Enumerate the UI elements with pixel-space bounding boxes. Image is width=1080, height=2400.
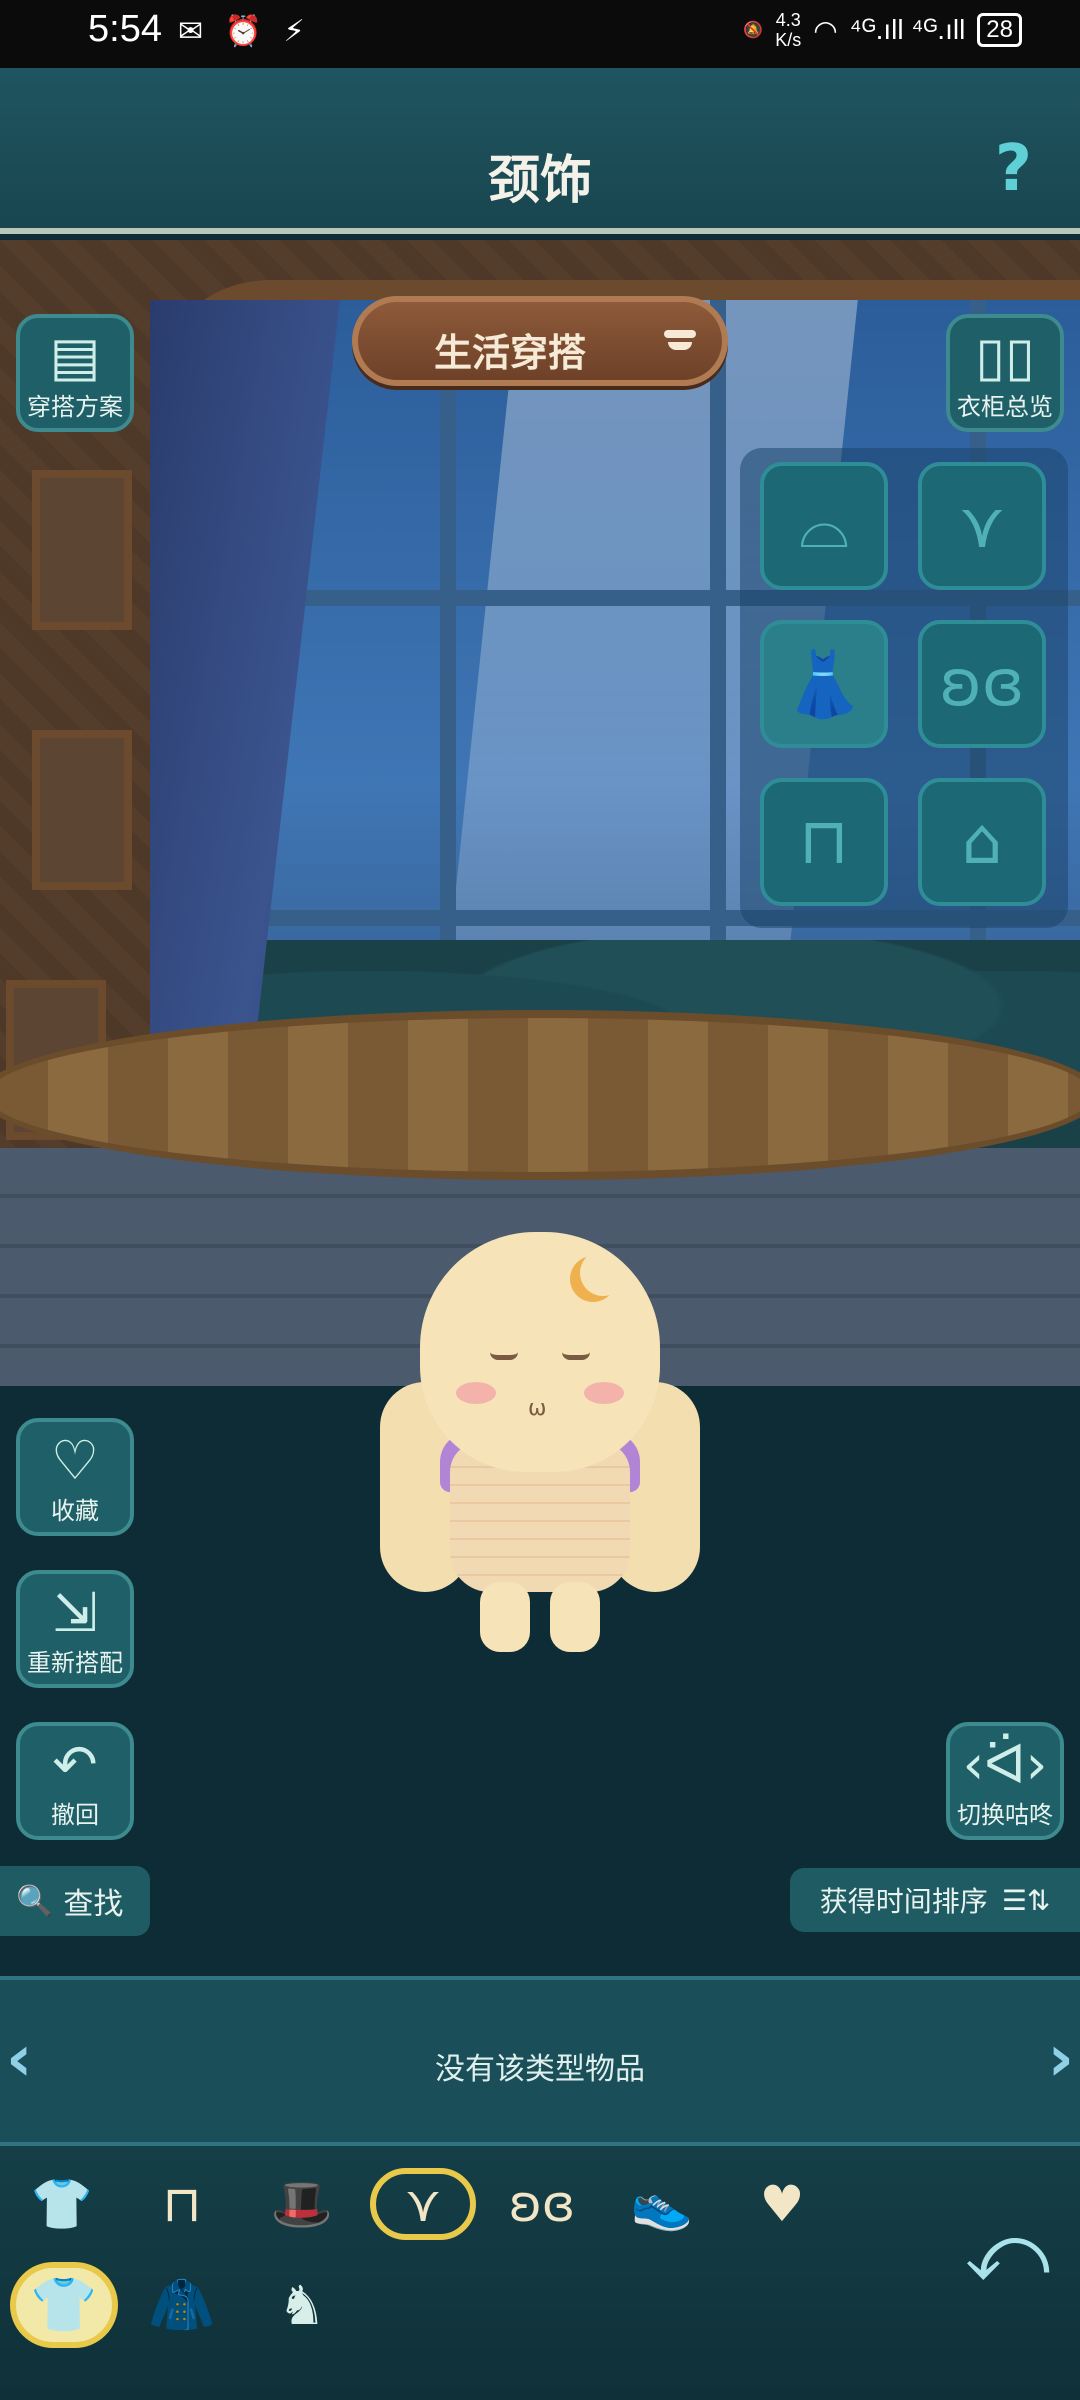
- category-bar: 👕 ⊓ 🎩 ⋎ ʚɞ 👟 ♥ 👕 🧥 ♞ ⤺: [0, 2146, 1080, 2400]
- back-button[interactable]: ⤺: [964, 2206, 1050, 2300]
- heart-icon: ♥: [759, 2175, 805, 2233]
- category-hat[interactable]: 🎩: [254, 2168, 350, 2240]
- page-title: 颈饰: [487, 151, 592, 211]
- blush: [456, 1382, 496, 1404]
- signal-icon: ⁴ᴳ.ıll ⁴ᴳ.ıll: [849, 14, 966, 45]
- slot-pants[interactable]: ⊓: [760, 778, 888, 906]
- leg: [550, 1582, 600, 1652]
- leg: [480, 1582, 530, 1652]
- subtab-suit[interactable]: 🧥: [132, 2262, 232, 2348]
- switch-character-label: 切换咕咚: [957, 1801, 1053, 1829]
- hat-icon: 🎩: [270, 2174, 334, 2233]
- wings-icon: ʚɞ: [939, 647, 1025, 721]
- pants-icon: ⊓: [162, 2175, 202, 2233]
- mute-icon: 🔕: [743, 22, 764, 39]
- header: 颈饰 ?: [0, 68, 1080, 234]
- picture-frame: [32, 470, 132, 630]
- bunny-head: ω: [420, 1232, 660, 1472]
- mouth: ω: [528, 1396, 547, 1421]
- search-button[interactable]: 🔍 查找: [0, 1866, 150, 1936]
- shoes-icon: 👟: [630, 2174, 694, 2233]
- eye: [562, 1352, 590, 1360]
- category-favorite[interactable]: ♥: [734, 2168, 830, 2240]
- rug: [0, 1010, 1080, 1180]
- notification-icons: ✉ ⏰ ⚡: [178, 14, 311, 49]
- net-speed-value: 4.3: [775, 10, 801, 30]
- category-wings[interactable]: ʚɞ: [494, 2168, 590, 2240]
- undo-button[interactable]: ↶ 撤回: [16, 1722, 134, 1840]
- switch-character-button[interactable]: ‹ᐛ› 切换咕咚: [946, 1722, 1064, 1840]
- wardrobe-overview-button[interactable]: ▯▯ 衣柜总览: [946, 314, 1064, 432]
- pants-icon: ⊓: [799, 805, 849, 879]
- category-top[interactable]: 👕: [14, 2168, 110, 2240]
- favorite-label: 收藏: [51, 1497, 99, 1525]
- dress-icon: 👗: [784, 647, 864, 722]
- slot-shoes[interactable]: ⌂: [918, 778, 1046, 906]
- sort-label: 获得时间排序: [819, 1885, 988, 1918]
- wardrobe-icon: ▯▯: [975, 325, 1035, 388]
- status-bar: 5:54 ✉ ⏰ ⚡ 🔕 4.3 K/s ◠ ⁴ᴳ.ıll ⁴ᴳ.ıll 28: [0, 0, 1080, 68]
- empty-message: 没有该类型物品: [435, 2052, 645, 2087]
- slot-top[interactable]: 👗: [760, 620, 888, 748]
- items-list: ‹ 没有该类型物品 ›: [0, 1976, 1080, 2146]
- tray-arrow-icon: ⇲: [52, 1581, 98, 1644]
- undo-label: 撤回: [51, 1801, 99, 1829]
- picture-frame: [32, 730, 132, 890]
- search-icon: 🔍: [16, 1883, 54, 1919]
- wings-icon: ʚɞ: [508, 2175, 576, 2233]
- back-arrow-icon: ⤺: [964, 2206, 1050, 2299]
- rematch-label: 重新搭配: [27, 1649, 123, 1677]
- search-label: 查找: [63, 1887, 124, 1922]
- undo-arrow-icon: ↶: [52, 1733, 98, 1796]
- menu-icon: [664, 330, 696, 356]
- status-right: 🔕 4.3 K/s ◠ ⁴ᴳ.ıll ⁴ᴳ.ıll 28: [743, 10, 1022, 50]
- net-speed: 4.3 K/s: [775, 10, 801, 50]
- rematch-button[interactable]: ⇲ 重新搭配: [16, 1570, 134, 1688]
- wifi-icon: ◠: [813, 14, 838, 46]
- equipped-slots-panel: ⌓ ⋎ 👗 ʚɞ ⊓ ⌂: [740, 448, 1068, 928]
- status-time: 5:54: [88, 8, 162, 50]
- category-shoes[interactable]: 👟: [614, 2168, 710, 2240]
- slot-necklace[interactable]: ⋎: [918, 462, 1046, 590]
- battery-indicator: 28: [977, 13, 1022, 47]
- character-face-icon: ‹ᐛ›: [962, 1733, 1048, 1796]
- slot-wings[interactable]: ʚɞ: [918, 620, 1046, 748]
- necklace-icon: ⋎: [958, 489, 1006, 563]
- notebook-icon: ▤: [49, 325, 101, 388]
- bunny-character[interactable]: ω: [380, 1232, 700, 1672]
- category-necklace[interactable]: ⋎: [370, 2168, 476, 2240]
- subtab-clothes[interactable]: 👕: [10, 2262, 118, 2348]
- help-button[interactable]: ?: [995, 132, 1032, 206]
- heart-outline-icon: ♡: [50, 1429, 100, 1492]
- outfit-type-label: 生活穿搭: [433, 331, 586, 375]
- necklace-icon: ⋎: [404, 2175, 442, 2233]
- sort-icon: ☰⇅: [1001, 1883, 1051, 1917]
- moon-mark: [580, 1250, 626, 1296]
- eye: [490, 1352, 518, 1360]
- category-pants[interactable]: ⊓: [134, 2168, 230, 2240]
- outfit-plan-button[interactable]: ▤ 穿搭方案: [16, 314, 134, 432]
- clothes-icon: 👕: [30, 2273, 98, 2336]
- sort-button[interactable]: 获得时间排序 ☰⇅: [790, 1868, 1080, 1932]
- net-speed-unit: K/s: [775, 30, 802, 50]
- shoes-icon: ⌂: [961, 805, 1003, 879]
- subtab-pose[interactable]: ♞: [252, 2262, 352, 2348]
- shirt-icon: 👕: [30, 2174, 94, 2233]
- outfit-plan-label: 穿搭方案: [27, 393, 123, 421]
- favorite-button[interactable]: ♡ 收藏: [16, 1418, 134, 1536]
- suit-icon: 🧥: [148, 2273, 216, 2336]
- hat-icon: ⌓: [798, 489, 850, 563]
- outfit-type-selector[interactable]: 生活穿搭: [352, 296, 728, 386]
- next-page-arrow[interactable]: ›: [1048, 2022, 1074, 2096]
- wardrobe-overview-label: 衣柜总览: [957, 393, 1053, 421]
- blush: [584, 1382, 624, 1404]
- slot-hat[interactable]: ⌓: [760, 462, 888, 590]
- pose-icon: ♞: [277, 2273, 327, 2337]
